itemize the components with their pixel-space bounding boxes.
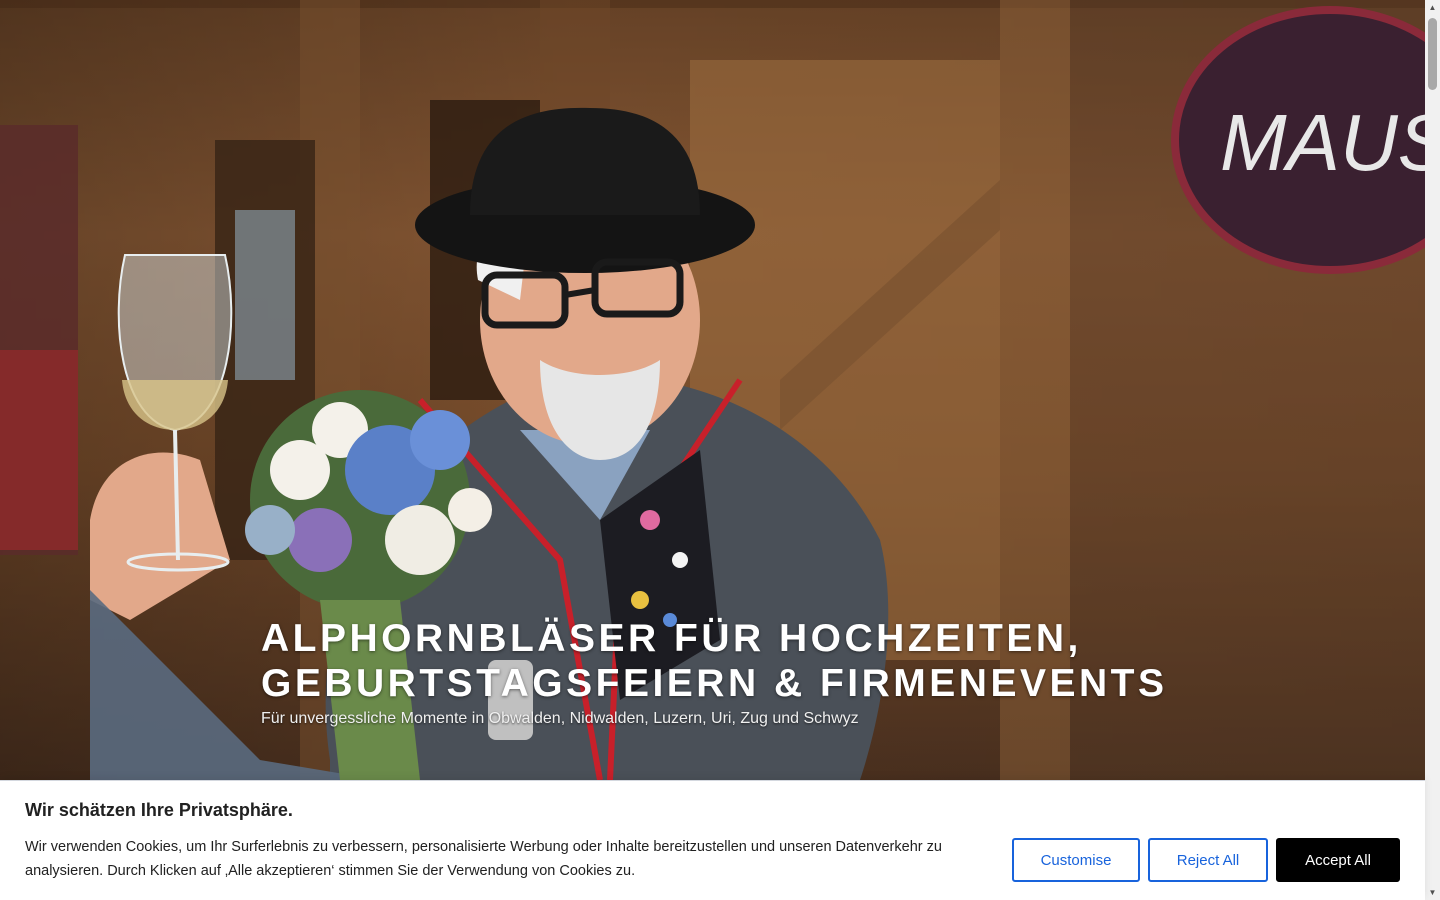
hero-title-line1: ALPHORNBLÄSER FÜR HOCHZEITEN,	[261, 617, 1082, 660]
hero-subtitle: Für unvergessliche Momente in Obwalden, …	[261, 710, 859, 727]
cookie-banner-text: Wir verwenden Cookies, um Ihr Surferlebn…	[25, 839, 942, 879]
cookie-consent-banner: Wir schätzen Ihre Privatsphäre. Wir verw…	[0, 780, 1425, 900]
hero-title-line2: GEBURTSTAGSFEIERN & FIRMENEVENTS	[261, 662, 1168, 705]
reject-all-button[interactable]: Reject All	[1148, 838, 1268, 882]
cookie-banner-title: Wir schätzen Ihre Privatsphäre.	[25, 800, 293, 820]
customise-button[interactable]: Customise	[1012, 838, 1140, 882]
hero-banner: MAUS	[0, 0, 1425, 780]
page-scrollbar[interactable]: ▲ ▼	[1425, 0, 1440, 900]
scroll-up-arrow-icon[interactable]: ▲	[1425, 0, 1440, 15]
accept-all-button[interactable]: Accept All	[1276, 838, 1400, 882]
hero-title: ALPHORNBLÄSER FÜR HOCHZEITEN, GEBURTSTAG…	[261, 616, 1261, 706]
scroll-down-arrow-icon[interactable]: ▼	[1425, 885, 1440, 900]
scroll-thumb[interactable]	[1428, 18, 1437, 90]
sign-text: MAUS	[1220, 98, 1425, 187]
